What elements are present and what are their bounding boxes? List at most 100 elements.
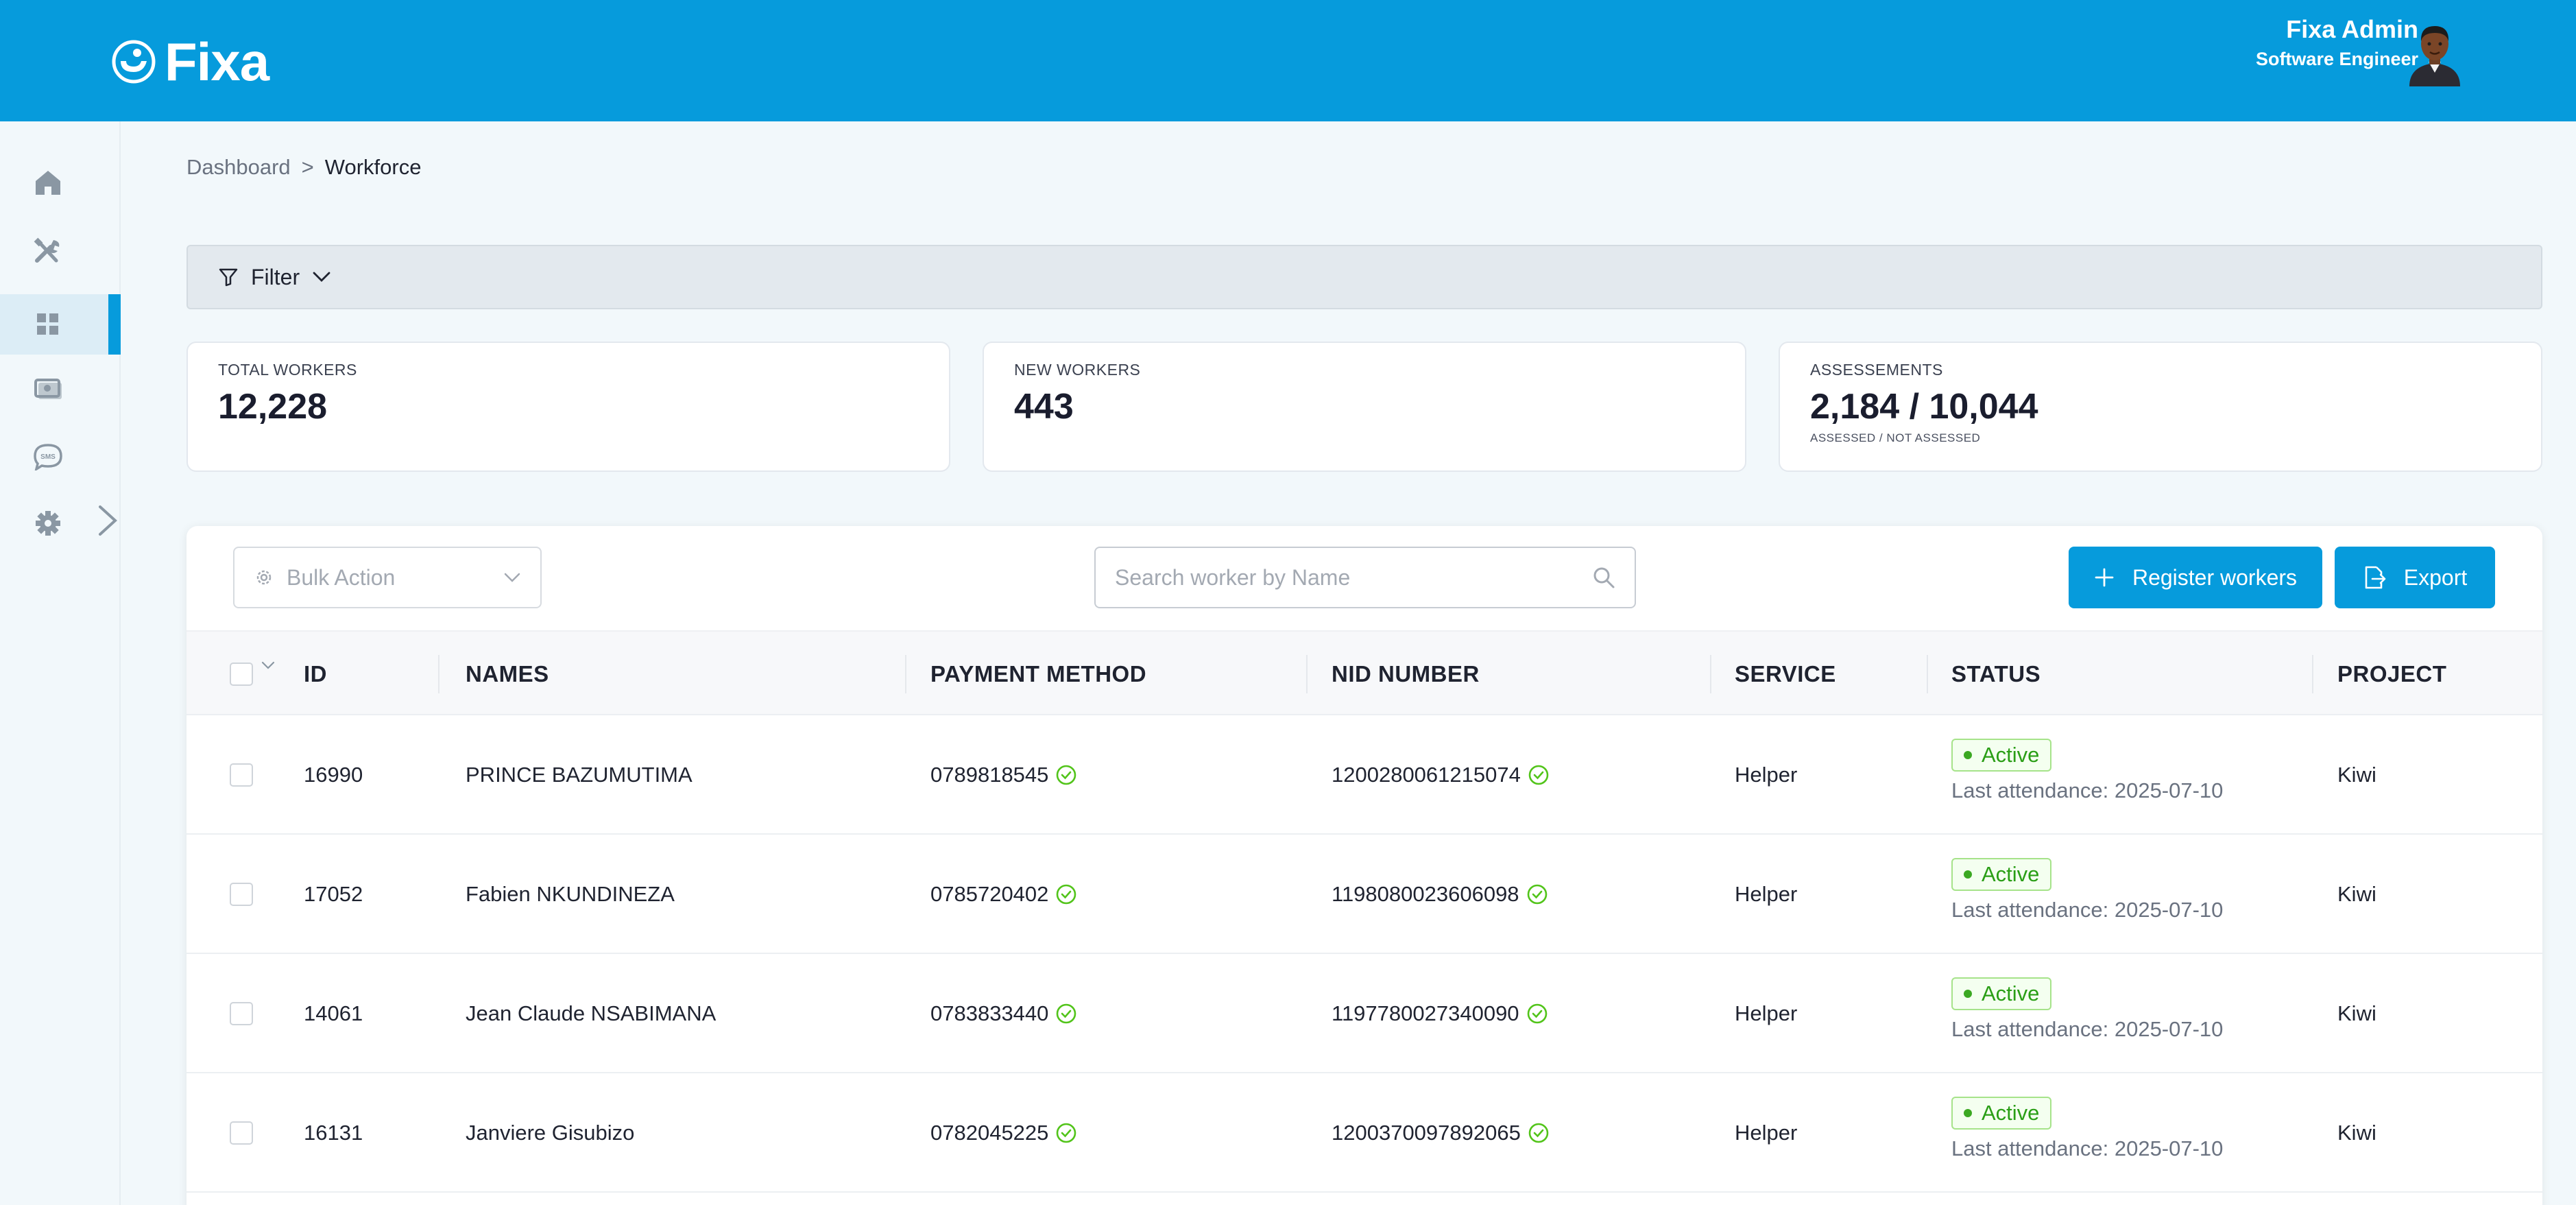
column-header-names[interactable]: NAMES <box>466 632 549 717</box>
status-badge: Active <box>1951 858 2052 891</box>
select-all-checkbox[interactable] <box>230 663 253 686</box>
column-header-payment-method[interactable]: PAYMENT METHOD <box>930 632 1146 717</box>
payment-number: 0785720402 <box>930 882 1049 906</box>
cell-status: Active Last attendance: 2025-07-10 <box>1951 858 2223 922</box>
breadcrumb: Dashboard > Workforce <box>186 155 421 180</box>
stat-value: 12,228 <box>218 387 328 427</box>
logo-text: Fixa <box>165 32 269 92</box>
status-text: Active <box>1982 743 2040 767</box>
chevron-down-icon[interactable] <box>261 660 276 671</box>
sidebar-item-workforce[interactable] <box>0 294 121 355</box>
search-icon[interactable] <box>1592 566 1615 589</box>
search-input[interactable] <box>1115 564 1592 590</box>
cell-id: 14061 <box>304 1001 363 1025</box>
cell-name[interactable]: Jean Claude NSABIMANA <box>466 954 716 1073</box>
chevron-down-icon <box>313 272 330 282</box>
column-divider <box>905 655 906 693</box>
column-divider <box>1306 655 1308 693</box>
chevron-down-icon <box>504 573 520 582</box>
row-checkbox[interactable] <box>230 1121 253 1145</box>
cell-id: 16131 <box>304 1121 363 1145</box>
user-info[interactable]: Fixa Admin Software Engineer <box>2256 15 2418 74</box>
stat-card-new-workers: NEW WORKERS 443 <box>983 342 1746 472</box>
verified-check-icon <box>1528 765 1549 785</box>
status-badge: Active <box>1951 1097 2052 1130</box>
cell-service: Helper <box>1735 763 1798 787</box>
table-row[interactable]: 17052 Fabien NKUNDINEZA 0785720402 11980… <box>186 835 2542 954</box>
sidebar-item-tools[interactable] <box>0 221 121 281</box>
cell-name[interactable]: PRINCE BAZUMUTIMA <box>466 715 693 835</box>
cell-status: Active Last attendance: 2025-07-10 <box>1951 1097 2223 1161</box>
payment-number: 0782045225 <box>930 1121 1049 1145</box>
column-header-service[interactable]: SERVICE <box>1735 632 1836 717</box>
stat-card-total-workers: TOTAL WORKERS 12,228 <box>186 342 950 472</box>
export-button[interactable]: Export <box>2335 547 2495 608</box>
status-dot <box>1964 870 1972 879</box>
stat-value: 443 <box>1014 387 1074 427</box>
search-box <box>1094 547 1636 608</box>
row-checkbox[interactable] <box>230 1002 253 1025</box>
cell-project: Kiwi <box>2337 1121 2376 1145</box>
table-row[interactable]: 14061 Jean Claude NSABIMANA 0783833440 1… <box>186 954 2542 1073</box>
column-header-id[interactable]: ID <box>304 632 327 717</box>
row-checkbox[interactable] <box>230 883 253 906</box>
cell-status: Active Last attendance: 2025-07-10 <box>1951 739 2223 803</box>
row-checkbox[interactable] <box>230 763 253 787</box>
column-header-nid-number[interactable]: NID NUMBER <box>1332 632 1480 717</box>
export-icon <box>2365 566 2386 589</box>
cell-nid-number: 1200370097892065 <box>1332 1073 1550 1193</box>
cell-id: 17052 <box>304 882 363 906</box>
cell-service: Helper <box>1735 882 1798 906</box>
sidebar-collapse-chevron-icon[interactable] <box>96 503 119 538</box>
nid-number: 1198080023606098 <box>1332 882 1519 906</box>
sidebar-item-sms[interactable]: SMS <box>0 427 121 487</box>
status-text: Active <box>1982 862 2040 886</box>
avatar[interactable] <box>2405 18 2464 86</box>
sidebar <box>0 121 121 1205</box>
filter-toggle[interactable]: Filter <box>186 245 2542 309</box>
cell-name[interactable]: Janviere Gisubizo <box>466 1073 634 1193</box>
nid-number: 1197780027340090 <box>1332 1001 1519 1025</box>
sidebar-item-home[interactable] <box>0 152 121 213</box>
table-row[interactable]: 16131 Janviere Gisubizo 0782045225 12003… <box>186 1073 2542 1193</box>
sms-glyph: SMS <box>40 453 56 461</box>
cell-nid-number: 1197780027340090 <box>1332 954 1548 1073</box>
sidebar-item-payments[interactable] <box>0 358 121 418</box>
cell-service: Helper <box>1735 1001 1798 1025</box>
stat-value: 2,184 / 10,044 <box>1810 387 2038 427</box>
cell-payment-method: 0785720402 <box>930 835 1077 954</box>
column-header-project[interactable]: PROJECT <box>2337 632 2446 717</box>
stat-sublabel: ASSESSED / NOT ASSESSED <box>1810 431 1981 444</box>
cell-name[interactable]: Fabien NKUNDINEZA <box>466 835 675 954</box>
home-icon <box>36 171 60 195</box>
cell-status: Active Last attendance: 2025-07-10 <box>1951 977 2223 1042</box>
table-row[interactable]: 16990 PRINCE BAZUMUTIMA 0789818545 12002… <box>186 715 2542 835</box>
fixa-logo-icon <box>112 40 156 84</box>
column-header-status[interactable]: STATUS <box>1951 632 2041 717</box>
status-dot <box>1964 1109 1972 1117</box>
filter-label: Filter <box>251 264 300 289</box>
status-text: Active <box>1982 981 2040 1005</box>
bulk-action-label: Bulk Action <box>287 564 396 590</box>
gear-icon <box>36 511 60 536</box>
last-attendance: Last attendance: 2025-07-10 <box>1951 1136 2224 1160</box>
verified-check-icon <box>1528 1123 1549 1143</box>
register-workers-button[interactable]: Register workers <box>2069 547 2322 608</box>
breadcrumb-current: Workforce <box>324 155 422 179</box>
status-dot <box>1964 990 1972 998</box>
fixa-logo[interactable]: Fixa <box>111 32 269 92</box>
verified-check-icon <box>1057 765 1076 785</box>
gear-icon <box>256 570 272 585</box>
cell-nid-number: 1200280061215074 <box>1332 715 1550 835</box>
stat-label: TOTAL WORKERS <box>218 361 357 379</box>
stat-label: ASSESSEMENTS <box>1810 361 1943 379</box>
breadcrumb-root[interactable]: Dashboard <box>186 155 291 179</box>
export-label: Export <box>2403 564 2468 590</box>
breadcrumb-separator: > <box>301 155 314 179</box>
bulk-action-select[interactable]: Bulk Action <box>233 547 542 608</box>
column-divider <box>2312 655 2313 693</box>
user-role: Software Engineer <box>2255 49 2418 69</box>
column-divider <box>1927 655 1928 693</box>
nid-number: 1200370097892065 <box>1332 1121 1521 1145</box>
verified-check-icon <box>1057 1123 1076 1143</box>
